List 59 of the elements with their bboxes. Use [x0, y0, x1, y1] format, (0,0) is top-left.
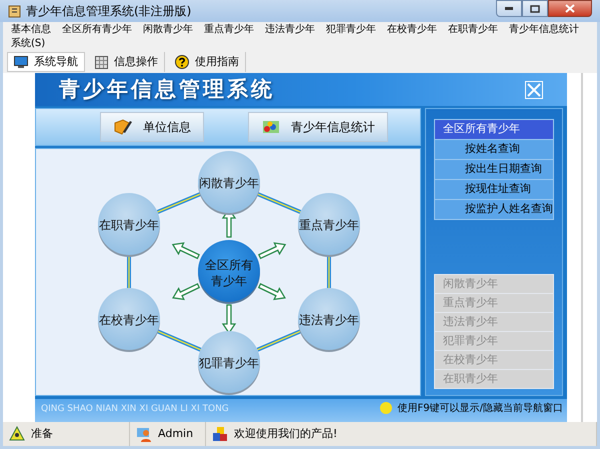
bulb-icon — [380, 402, 392, 414]
close-icon[interactable] — [525, 80, 543, 98]
connector-line — [327, 255, 331, 288]
restore-icon — [530, 4, 540, 12]
banner-title: 青少年信息管理系统 — [59, 76, 275, 103]
toolbar-tab[interactable]: 系统导航 — [7, 52, 85, 72]
menu-item[interactable]: 系统(S) — [11, 37, 46, 51]
connector-line — [156, 192, 202, 214]
nav-item[interactable]: 按姓名查询 — [435, 140, 553, 159]
minimize-icon — [505, 7, 513, 10]
menu-item[interactable]: 重点青少年 — [204, 23, 254, 37]
blocks-icon — [212, 426, 228, 442]
category-node[interactable]: 违法青少年 — [298, 288, 360, 352]
panel-button[interactable]: 单位信息 — [100, 112, 204, 142]
status-text: 欢迎使用我们的产品! — [234, 426, 338, 442]
panel-button[interactable]: 青少年信息统计 — [248, 112, 388, 142]
app-icon — [8, 4, 22, 18]
menu-item[interactable]: 在校青少年 — [387, 23, 437, 37]
menu-item[interactable]: 犯罪青少年 — [326, 23, 376, 37]
grid-icon — [95, 56, 108, 68]
toolbar-tab[interactable]: 信息操作 — [89, 52, 165, 72]
monitor-icon — [14, 56, 28, 68]
arrow — [258, 242, 286, 260]
connector-line — [156, 329, 202, 352]
close-button[interactable] — [548, 0, 592, 17]
user-icon — [136, 426, 152, 442]
arrow — [258, 283, 286, 300]
nav-item[interactable]: 全区所有青少年 — [435, 120, 553, 139]
menu-item[interactable]: 青少年信息统计 — [509, 23, 579, 37]
category-node[interactable]: 闲散青少年 — [198, 151, 260, 215]
category-node[interactable]: 重点青少年 — [298, 193, 360, 257]
category-node[interactable]: 在校青少年 — [98, 288, 160, 352]
status-text: 准备 — [31, 426, 53, 442]
menu-item[interactable]: 基本信息 — [11, 23, 51, 37]
help-icon — [175, 55, 189, 69]
connector-line — [127, 255, 131, 288]
connector-line — [256, 192, 302, 214]
pinyin-caption: QING SHAO NIAN XIN XI GUAN LI XI TONG — [41, 403, 229, 416]
arrow — [172, 242, 200, 260]
menu-item[interactable]: 闲散青少年 — [143, 23, 193, 37]
category-node[interactable]: 在职青少年 — [98, 193, 160, 257]
menu-item[interactable]: 全区所有青少年 — [62, 23, 132, 37]
close-icon — [565, 4, 575, 13]
minimize-button[interactable] — [496, 0, 522, 17]
category-node[interactable]: 犯罪青少年 — [198, 331, 260, 395]
toolbar-tab[interactable]: 使用指南 — [169, 52, 246, 72]
maximize-button[interactable] — [522, 0, 548, 17]
menu-item[interactable]: 在职青少年 — [448, 23, 498, 37]
status-text: Admin — [158, 426, 194, 442]
nav-item[interactable]: 按监护人姓名查询 — [435, 200, 553, 219]
connector-line — [256, 329, 302, 352]
nav-item[interactable]: 按出生日期查询 — [435, 160, 553, 179]
tip-text: 使用F9键可以显示/隐藏当前导航窗口 — [398, 402, 563, 416]
folder-pencil-icon — [113, 118, 133, 136]
nav-item[interactable]: 按现住址查询 — [435, 180, 553, 199]
window-title: 青少年信息管理系统(非注册版) — [26, 3, 192, 20]
arrow — [172, 283, 200, 300]
center-node[interactable]: 全区所有青少年 — [198, 240, 260, 304]
menu-item[interactable]: 违法青少年 — [265, 23, 315, 37]
